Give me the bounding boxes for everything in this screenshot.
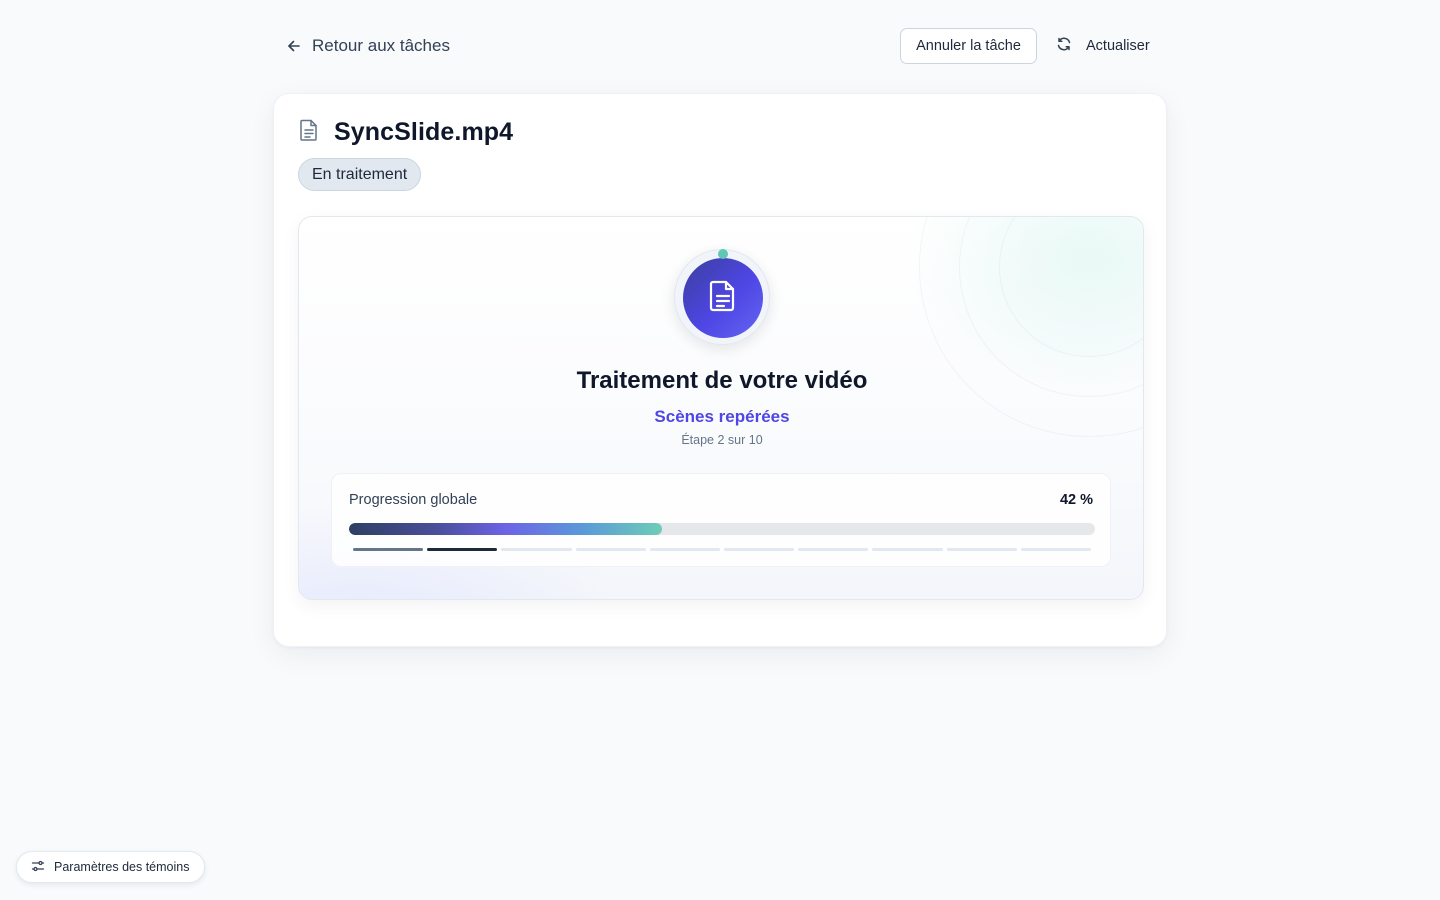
arrow-left-icon: [286, 38, 302, 54]
step-segment: [353, 548, 424, 551]
status-badge: En traitement: [298, 158, 422, 191]
cancel-task-button[interactable]: Annuler la tâche: [900, 28, 1037, 64]
progress-value: 42 %: [1059, 492, 1093, 508]
top-bar: Retour aux tâches Annuler la tâche Actua…: [0, 0, 1440, 92]
step-segment: [872, 548, 943, 551]
processing-icon-disc: [683, 258, 763, 338]
processing-indicator: [674, 249, 770, 345]
document-icon: [298, 118, 320, 147]
step-segment: [575, 548, 646, 551]
step-segment: [798, 548, 869, 551]
step-segment: [946, 548, 1017, 551]
processing-panel: Traitement de votre vidéo Scènes repérée…: [298, 216, 1144, 600]
refresh-icon: [1056, 36, 1072, 56]
refresh-label: Actualiser: [1086, 38, 1150, 54]
step-segment: [649, 548, 721, 551]
step-segment: [501, 548, 572, 551]
sliders-icon: [31, 859, 45, 876]
step-segments: [353, 548, 1092, 551]
file-header: SyncSlide.mp4: [298, 118, 513, 147]
file-name: SyncSlide.mp4: [334, 118, 514, 146]
processing-title: Traitement de votre vidéo: [576, 367, 868, 394]
cookie-settings-label: Paramètres des témoins: [54, 860, 190, 874]
cookie-settings-button[interactable]: Paramètres des témoins: [16, 851, 205, 883]
step-counter: Étape 2 sur 10: [681, 433, 763, 447]
task-card: SyncSlide.mp4 En traitement Traitement d…: [273, 93, 1167, 647]
progress-ring-dot: [718, 249, 728, 259]
current-step-label: Scènes repérées: [654, 407, 790, 426]
decorative-ring: [919, 217, 1143, 437]
step-segment: [427, 548, 498, 551]
progress-track: [349, 523, 1095, 535]
step-segment: [724, 548, 795, 551]
back-to-tasks-label: Retour aux tâches: [312, 36, 450, 55]
refresh-button[interactable]: Actualiser: [1050, 28, 1156, 64]
progress-label: Progression globale: [349, 492, 478, 508]
overall-progress: Progression globale 42 %: [331, 473, 1111, 567]
step-segment: [1020, 548, 1092, 551]
document-icon: [707, 279, 739, 318]
progress-fill: [349, 523, 663, 535]
back-to-tasks-link[interactable]: Retour aux tâches: [286, 30, 450, 62]
